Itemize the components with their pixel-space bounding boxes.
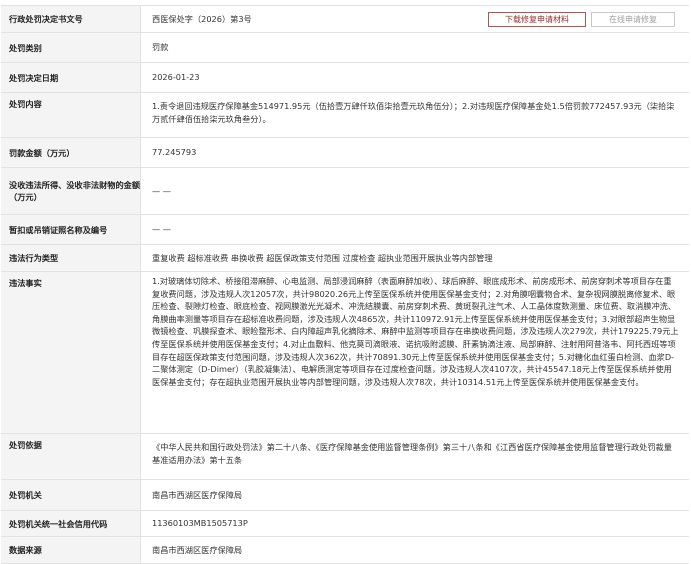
confiscated-value: — —: [152, 185, 171, 196]
basis-label: 处罚依据: [1, 434, 141, 479]
content-label: 处罚内容: [1, 93, 141, 137]
source-label: 数据来源: [1, 537, 141, 563]
row-decision-date: 处罚决定日期 2026-01-23: [1, 63, 689, 93]
credit-code-label: 处罚机关统一社会信用代码: [1, 511, 141, 536]
basis-value: 《中华人民共和国行政处罚法》第二十八条、《医疗保障基金使用监督管理条例》第三十八…: [152, 442, 672, 465]
row-basis: 处罚依据 《中华人民共和国行政处罚法》第二十八条、《医疗保障基金使用监督管理条例…: [1, 434, 689, 480]
credit-code-value: 11360103MB1505713P: [152, 518, 248, 529]
punish-type-label: 处罚类别: [1, 33, 141, 62]
row-violation-type: 违法行为类型 重复收费 超标准收费 串换收费 超医保政策支付范围 过度检查 超执…: [1, 245, 689, 272]
confiscated-label: 没收违法所得、没收非法财物的金额（万元）: [1, 168, 141, 214]
repair-buttons: 下载修复申请材料 在线申请修复: [488, 11, 675, 27]
decision-date-value: 2026-01-23: [152, 72, 200, 83]
violation-type-label: 违法行为类型: [1, 245, 141, 271]
penalty-info-table: 行政处罚决定书文号 西医保处字（2026）第3号 下载修复申请材料 在线申请修复…: [1, 5, 689, 564]
download-repair-materials-button[interactable]: 下载修复申请材料: [488, 11, 586, 27]
violation-type-value: 重复收费 超标准收费 串换收费 超医保政策支付范围 过度检查 超执业范围开展执业…: [152, 252, 493, 263]
license-no-value: — —: [152, 224, 171, 235]
online-repair-button[interactable]: 在线申请修复: [591, 11, 675, 27]
source-value: 南昌市西湖区医疗保障局: [152, 544, 243, 555]
row-punish-type: 处罚类别 罚款: [1, 33, 689, 63]
row-license-no: 暂扣或吊销证照名称及编号 — —: [1, 215, 689, 245]
amount-value: 77.245793: [152, 147, 197, 158]
decision-date-label: 处罚决定日期: [1, 63, 141, 92]
row-decision-no: 行政处罚决定书文号 西医保处字（2026）第3号 下载修复申请材料 在线申请修复: [1, 6, 689, 33]
decision-no-label: 行政处罚决定书文号: [1, 6, 141, 32]
row-authority: 处罚机关 南昌市西湖区医疗保障局: [1, 480, 689, 511]
decision-no-cell: 西医保处字（2026）第3号 下载修复申请材料 在线申请修复: [141, 6, 689, 32]
row-credit-code: 处罚机关统一社会信用代码 11360103MB1505713P: [1, 511, 689, 537]
punish-type-value: 罚款: [152, 42, 169, 53]
amount-label: 罚款金额（万元）: [1, 138, 141, 167]
row-amount: 罚款金额（万元） 77.245793: [1, 138, 689, 168]
license-no-label: 暂扣或吊销证照名称及编号: [1, 215, 141, 244]
row-content: 处罚内容 1.责令退回违规医疗保障基金514971.95元（伍拾壹万肆仟玖佰柒拾…: [1, 93, 689, 138]
row-confiscated: 没收违法所得、没收非法财物的金额（万元） — —: [1, 168, 689, 215]
authority-value: 南昌市西湖区医疗保障局: [152, 489, 243, 500]
row-facts: 违法事实 1.对玻璃体切除术、桥接阻滞麻醉、心电监测、局部浸润麻醉（表面麻醉加收…: [1, 272, 689, 434]
facts-label: 违法事实: [1, 272, 141, 433]
authority-label: 处罚机关: [1, 480, 141, 510]
facts-value: 1.对玻璃体切除术、桥接阻滞麻醉、心电监测、局部浸润麻醉（表面麻醉加收）、球后麻…: [152, 276, 679, 387]
content-value: 1.责令退回违规医疗保障基金514971.95元（伍拾壹万肆仟玖佰柒拾壹元玖角伍…: [152, 101, 675, 124]
decision-no-value: 西医保处字（2026）第3号: [152, 13, 252, 24]
